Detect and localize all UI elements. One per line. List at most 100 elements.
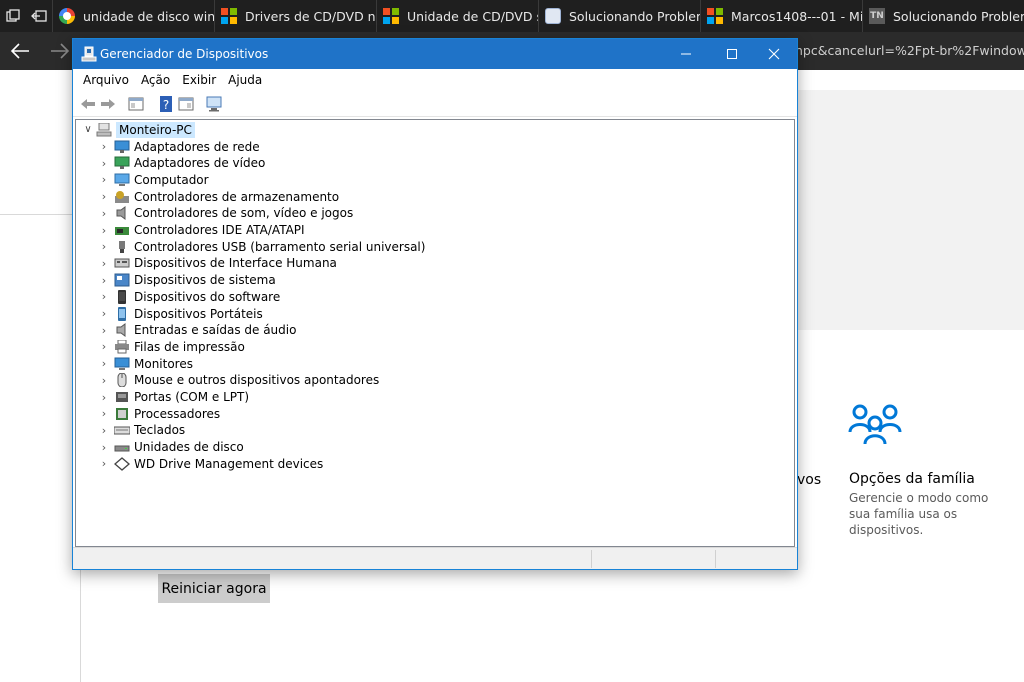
monitor-icon bbox=[114, 357, 130, 371]
wd-device-icon bbox=[114, 456, 130, 471]
device-category-label: Entradas e saídas de áudio bbox=[134, 323, 297, 338]
chevron-right-icon[interactable]: › bbox=[96, 274, 112, 287]
device-category[interactable]: › Dispositivos do software bbox=[96, 288, 280, 305]
window-title: Gerenciador de Dispositivos bbox=[100, 47, 269, 61]
set-tabs-aside-icon[interactable] bbox=[26, 0, 52, 32]
device-category[interactable]: › Adaptadores de vídeo bbox=[96, 155, 266, 172]
chevron-right-icon[interactable]: › bbox=[96, 190, 112, 203]
minimize-icon[interactable] bbox=[663, 39, 709, 69]
family-options-description: Gerencie o modo como sua família usa os … bbox=[849, 491, 989, 537]
browser-tab[interactable]: Unidade de CD/DVD su bbox=[376, 0, 538, 32]
device-category-label: Dispositivos de Interface Humana bbox=[134, 256, 337, 271]
device-category[interactable]: › Processadores bbox=[96, 405, 220, 422]
audio-io-icon bbox=[114, 323, 130, 338]
chevron-right-icon[interactable]: › bbox=[96, 257, 112, 270]
chevron-right-icon[interactable]: › bbox=[96, 140, 112, 153]
restart-now-button[interactable]: Reiniciar agora bbox=[158, 574, 270, 603]
browser-tab[interactable]: Solucionando Problema bbox=[538, 0, 700, 32]
google-icon bbox=[59, 8, 75, 24]
chevron-right-icon[interactable]: › bbox=[96, 290, 112, 303]
device-category-label: Unidades de disco bbox=[134, 440, 244, 455]
browser-tab[interactable]: Marcos1408---01 - Mic bbox=[700, 0, 862, 32]
family-icon bbox=[848, 402, 902, 448]
show-hide-console-tree-icon[interactable] bbox=[127, 95, 145, 113]
menu-file[interactable]: Arquivo bbox=[77, 69, 135, 91]
device-category[interactable]: › Dispositivos de sistema bbox=[96, 272, 276, 289]
system-device-icon bbox=[114, 273, 130, 287]
device-category[interactable]: › Monitores bbox=[96, 355, 193, 372]
computer-network-icon bbox=[96, 122, 112, 137]
status-bar bbox=[73, 547, 797, 569]
device-category[interactable]: › Dispositivos Portáteis bbox=[96, 305, 263, 322]
browser-tab[interactable]: unidade de disco windo bbox=[52, 0, 214, 32]
hid-icon bbox=[114, 256, 130, 270]
portable-device-icon bbox=[114, 306, 130, 321]
device-category-label: Adaptadores de rede bbox=[134, 139, 260, 154]
window-titlebar[interactable]: Gerenciador de Dispositivos bbox=[73, 39, 797, 69]
device-category[interactable]: › Computador bbox=[96, 171, 209, 188]
hero-panel bbox=[797, 90, 1024, 330]
device-category[interactable]: › Unidades de disco bbox=[96, 439, 244, 456]
chevron-right-icon[interactable]: › bbox=[96, 157, 112, 170]
chevron-right-icon[interactable]: › bbox=[96, 240, 112, 253]
chevron-right-icon[interactable]: › bbox=[96, 374, 112, 387]
device-manager-window: Gerenciador de Dispositivos Arquivo Ação… bbox=[72, 38, 798, 570]
browser-tab[interactable]: Drivers de CD/DVD nãc bbox=[214, 0, 376, 32]
printer-icon bbox=[114, 339, 130, 354]
chevron-right-icon[interactable]: › bbox=[96, 324, 112, 337]
chevron-right-icon[interactable]: › bbox=[96, 173, 112, 186]
device-category[interactable]: › Entradas e saídas de áudio bbox=[96, 322, 296, 339]
forward-arrow-icon[interactable] bbox=[99, 95, 117, 113]
device-category[interactable]: › Controladores de som, vídeo e jogos bbox=[96, 205, 353, 222]
menu-view[interactable]: Exibir bbox=[176, 69, 222, 91]
device-manager-icon bbox=[81, 46, 97, 62]
device-category-label: Filas de impressão bbox=[134, 339, 245, 354]
processor-icon bbox=[114, 407, 130, 421]
device-category[interactable]: › Teclados bbox=[96, 422, 185, 439]
browser-tab[interactable]: TN Solucionando Problema bbox=[862, 0, 1024, 32]
close-icon[interactable] bbox=[751, 39, 797, 69]
status-pane bbox=[591, 550, 715, 568]
ide-controller-icon bbox=[114, 223, 130, 237]
chevron-right-icon[interactable]: › bbox=[96, 441, 112, 454]
family-options-title[interactable]: Opções da família bbox=[849, 471, 975, 487]
device-category[interactable]: › Adaptadores de rede bbox=[96, 138, 260, 155]
computer-icon bbox=[114, 173, 130, 187]
show-action-pane-icon[interactable] bbox=[177, 95, 195, 113]
svg-text:?: ? bbox=[163, 98, 169, 112]
chevron-down-icon[interactable]: ∨ bbox=[80, 124, 96, 135]
back-arrow-icon[interactable] bbox=[79, 95, 97, 113]
help-icon[interactable]: ? bbox=[157, 95, 175, 113]
chevron-right-icon[interactable]: › bbox=[96, 357, 112, 370]
device-category[interactable]: › Mouse e outros dispositivos apontadores bbox=[96, 372, 379, 389]
divider bbox=[0, 214, 80, 215]
address-bar[interactable]: npc&cancelurl=%2Fpt-br%2Fwindows%2Fforum bbox=[795, 32, 1024, 70]
tree-root-node[interactable]: ∨ Monteiro-PC bbox=[80, 121, 195, 138]
maximize-icon[interactable] bbox=[709, 39, 755, 69]
device-category[interactable]: › Controladores USB (barramento serial un… bbox=[96, 238, 426, 255]
menu-action[interactable]: Ação bbox=[135, 69, 176, 91]
device-category[interactable]: › Filas de impressão bbox=[96, 338, 245, 355]
scan-hardware-icon[interactable] bbox=[205, 95, 223, 113]
chevron-right-icon[interactable]: › bbox=[96, 307, 112, 320]
software-device-icon bbox=[114, 289, 130, 304]
device-category[interactable]: › Dispositivos de Interface Humana bbox=[96, 255, 337, 272]
chevron-right-icon[interactable]: › bbox=[96, 407, 112, 420]
chevron-right-icon[interactable]: › bbox=[96, 207, 112, 220]
chevron-right-icon[interactable]: › bbox=[96, 424, 112, 437]
chevron-right-icon[interactable]: › bbox=[96, 457, 112, 470]
menu-help[interactable]: Ajuda bbox=[222, 69, 268, 91]
device-category[interactable]: › WD Drive Management devices bbox=[96, 455, 323, 472]
tab-actions-icon[interactable] bbox=[0, 0, 26, 32]
microsoft-icon bbox=[383, 8, 399, 24]
back-arrow-icon[interactable] bbox=[0, 32, 40, 70]
device-category[interactable]: › Portas (COM e LPT) bbox=[96, 389, 249, 406]
device-category[interactable]: › Controladores IDE ATA/ATAPI bbox=[96, 222, 305, 239]
chevron-right-icon[interactable]: › bbox=[96, 224, 112, 237]
chevron-right-icon[interactable]: › bbox=[96, 391, 112, 404]
tab-title: Marcos1408---01 - Mic bbox=[731, 8, 862, 24]
device-tree[interactable]: ∨ Monteiro-PC › Adaptadores de rede › Adapt… bbox=[75, 119, 795, 547]
partial-heading: vos bbox=[797, 472, 822, 488]
device-category[interactable]: › Controladores de armazenamento bbox=[96, 188, 339, 205]
chevron-right-icon[interactable]: › bbox=[96, 340, 112, 353]
